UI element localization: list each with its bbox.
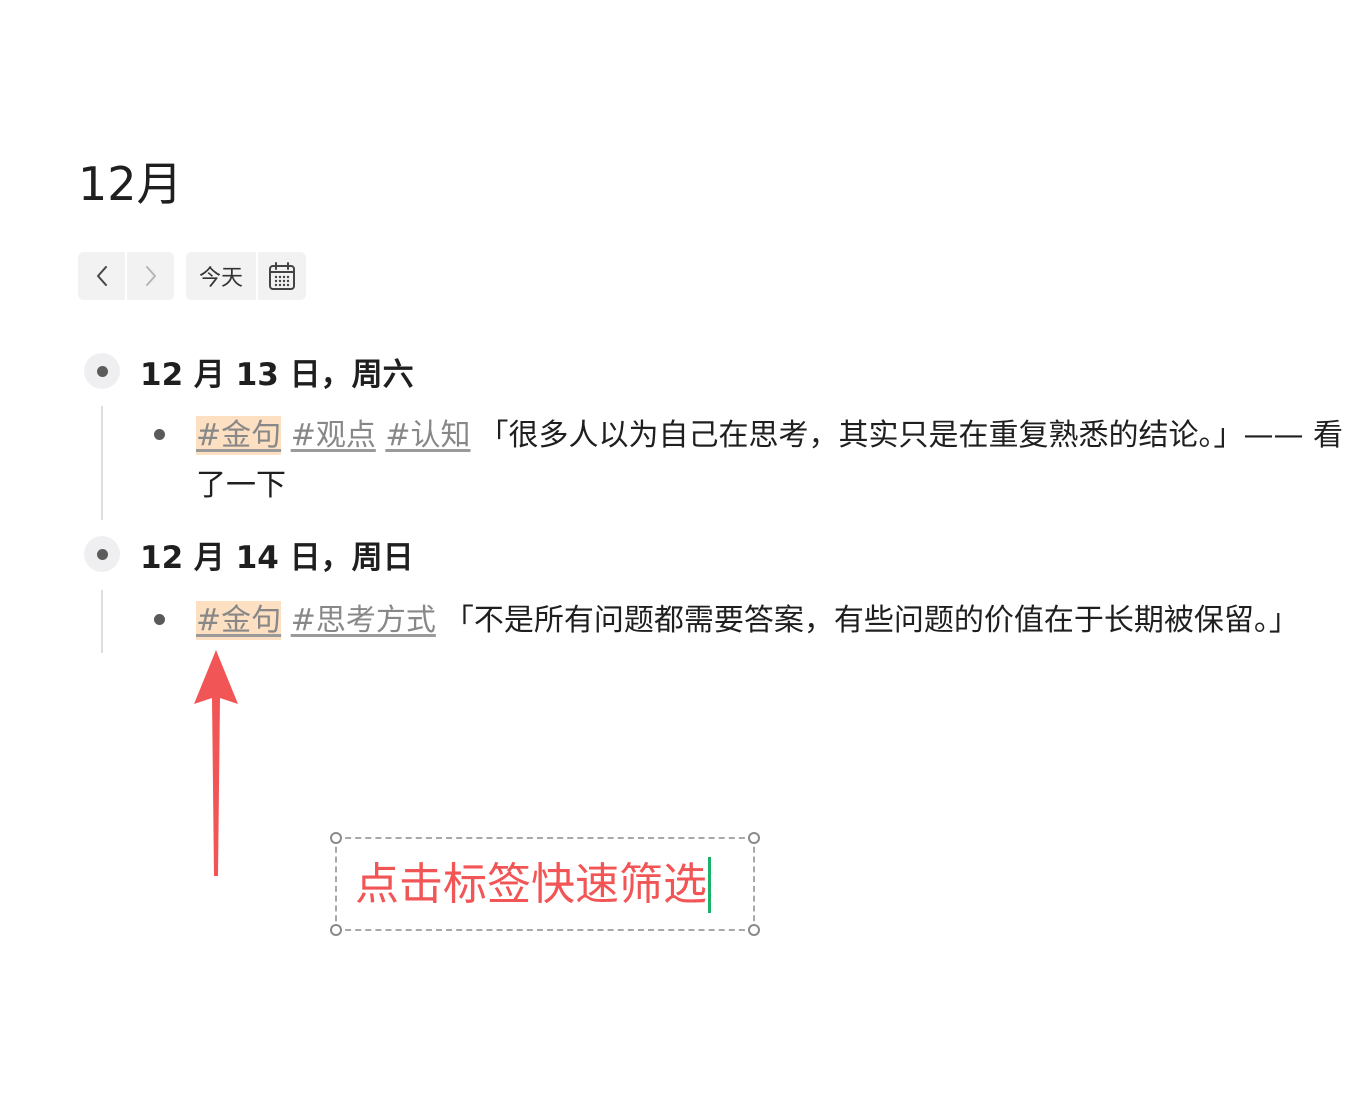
entry-quote: 「很多人以为自己在思考，其实只是在重复熟悉的结论。」—— 看: [478, 418, 1344, 453]
chevron-right-icon: [144, 265, 158, 287]
annotation-text[interactable]: 点击标签快速筛选: [355, 857, 711, 913]
collapse-toggle[interactable]: [84, 536, 120, 572]
tag-sikaofangshi[interactable]: #思考方式: [291, 601, 436, 640]
nav-button-group: [78, 252, 174, 300]
bullet-icon[interactable]: [154, 429, 165, 440]
tag-jinju[interactable]: #金句: [196, 601, 282, 640]
tag-renzhi[interactable]: #认知: [385, 416, 470, 455]
bullet-icon[interactable]: [154, 614, 165, 625]
tag-guandian[interactable]: #观点: [291, 416, 376, 455]
journal-page: 12月 今天 12 月 13 日，周六 #金句 #观点 #认知 「很多人以为自己…: [0, 0, 1352, 1114]
day-header: 12 月 14 日，周日: [84, 535, 414, 576]
text-cursor: [708, 857, 711, 913]
day-header: 12 月 13 日，周六: [84, 352, 414, 393]
collapse-toggle[interactable]: [84, 353, 120, 389]
entry-text[interactable]: #金句 #思考方式 「不是所有问题都需要答案，有些问题的价值在于长期被保留。」: [196, 596, 1352, 646]
dot-icon: [96, 548, 108, 560]
day-title: 12 月 13 日，周六: [140, 356, 414, 393]
annotation-textbox[interactable]: 点击标签快速筛选: [330, 832, 760, 936]
resize-handle[interactable]: [330, 924, 342, 936]
entry-text[interactable]: #金句 #观点 #认知 「很多人以为自己在思考，其实只是在重复熟悉的结论。」—— …: [196, 411, 1352, 511]
today-button[interactable]: 今天: [186, 252, 256, 300]
calendar-icon: [268, 261, 296, 291]
resize-handle[interactable]: [748, 924, 760, 936]
next-day-button[interactable]: [125, 252, 174, 300]
date-toolbar: 今天: [78, 252, 306, 300]
tag-jinju[interactable]: #金句: [196, 416, 282, 455]
indent-guide: [101, 590, 103, 653]
arrow-up-icon: [194, 650, 238, 876]
entry-quote: 「不是所有问题都需要答案，有些问题的价值在于长期被保留。」: [443, 603, 1299, 638]
resize-handle[interactable]: [330, 832, 342, 844]
today-button-group: 今天: [186, 252, 306, 300]
dot-icon: [96, 365, 108, 377]
entry-quote-continued: 了一下: [196, 468, 286, 503]
calendar-button[interactable]: [256, 252, 306, 300]
chevron-left-icon: [95, 265, 109, 287]
indent-guide: [101, 406, 103, 520]
page-title: 12月: [78, 157, 183, 211]
resize-handle[interactable]: [748, 832, 760, 844]
day-title: 12 月 14 日，周日: [140, 539, 414, 576]
prev-day-button[interactable]: [78, 252, 125, 300]
